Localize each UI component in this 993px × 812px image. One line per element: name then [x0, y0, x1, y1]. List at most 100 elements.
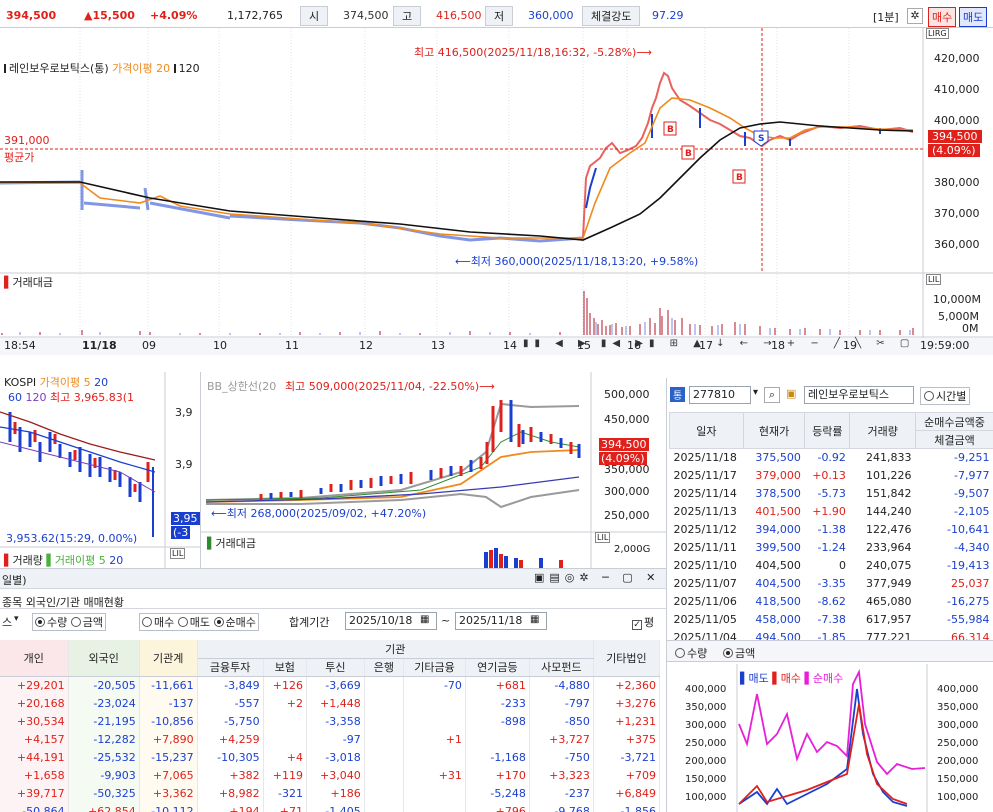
kospi-min-label: 3,953.62(15:29, 0.00%): [6, 532, 138, 545]
table-row[interactable]: 2025/11/11 399,500 -1.24 233,964 -4,340: [670, 539, 993, 557]
radio-buy[interactable]: 매수: [142, 616, 174, 629]
table-cell: 375,500: [755, 451, 801, 465]
table-cell: -50,864: [0, 802, 69, 812]
table-row[interactable]: 2025/11/13 401,500 +1.90 144,240 -2,105: [670, 503, 993, 521]
table-row[interactable]: -50,864 +62,854 -10,112 +194 +71 -1,405 +796 -9…: [0, 802, 661, 812]
table-row[interactable]: +39,717 -50,325 +3,362 +8,982 -321 +186 -5,248…: [0, 784, 661, 802]
col-insurance[interactable]: 보험: [263, 658, 307, 677]
window-controls[interactable]: ▣▤◎✲ ─ ▢ ✕: [534, 571, 660, 584]
table-cell: +6,849: [593, 784, 661, 802]
col-executed-amount[interactable]: 체결금액: [915, 430, 993, 449]
sell-button[interactable]: 매도: [959, 7, 988, 27]
min-price-annotation: ⟵최저 360,000(2025/11/18,13:20, +9.58%): [455, 255, 699, 268]
col-foreign[interactable]: 외국인: [68, 640, 140, 677]
kospi-chart[interactable]: KOSPI 가격이평 5 20 60 120 최고 3,965.83(1 3,9…: [0, 372, 201, 568]
flow-y-tick-right: 300,000: [937, 720, 979, 731]
table-row[interactable]: 2025/11/18 375,500 -0.92 241,833 -9,251: [670, 449, 993, 467]
daily-axis-badge[interactable]: LIL: [595, 532, 611, 543]
table-cell: -70: [403, 676, 466, 694]
search-icon[interactable]: ⌕: [764, 387, 780, 403]
table-row[interactable]: +1,658 -9,903 +7,065 +382 +119 +3,040 +31 +170 +…: [0, 766, 661, 784]
col-individual[interactable]: 개인: [0, 640, 69, 677]
table-row[interactable]: +20,168 -23,024 -137 -557 +2 +1,448 -233 -797 +3…: [0, 694, 661, 712]
table-row[interactable]: 2025/11/17 379,000 +0.13 101,226 -7,977: [670, 467, 993, 485]
table-row[interactable]: 2025/11/05 458,000 -7.38 617,957 -55,984: [670, 611, 993, 629]
legend-marker-icon: [4, 64, 6, 73]
col-other-finance[interactable]: 기타금융: [403, 658, 466, 677]
radio-net[interactable]: 순매수: [213, 616, 256, 629]
table-cell: [364, 676, 404, 694]
interval-label[interactable]: [1분]: [873, 9, 899, 25]
kospi-axis-badge[interactable]: LIL: [170, 548, 186, 559]
table-row[interactable]: +44,191 -25,532 -15,237 -10,305 +4 -3,018 -1,1…: [0, 748, 661, 766]
table-row[interactable]: 2025/11/07 404,500 -3.35 377,949 25,037: [670, 575, 993, 593]
table-row[interactable]: +29,201 -20,505 -11,661 -3,849 +126 -3,669 -70…: [0, 676, 661, 694]
intraday-chart-canvas[interactable]: B B B S: [0, 28, 993, 355]
volume-axis-badge[interactable]: LIL: [926, 274, 942, 285]
stock-code-input[interactable]: 277810: [689, 386, 751, 404]
table-cell: +796: [465, 802, 530, 812]
high-value: 416,500: [436, 9, 482, 22]
col-pension[interactable]: 연기금등: [465, 658, 530, 677]
table-row[interactable]: 2025/11/10 404,500 0 240,075 -19,413: [670, 557, 993, 575]
flow-chart[interactable]: ▌매도 ▌매수 ▌순매수 400,000 350,000 300,000 250…: [667, 664, 993, 812]
table-cell: -5.73: [817, 487, 846, 500]
table-cell: -55,984: [947, 613, 990, 626]
table-cell: +0.13: [812, 469, 846, 482]
col-net-buy[interactable]: 순매수금액중: [915, 412, 993, 431]
table-cell: +7,065: [139, 766, 198, 784]
investor-subtitle[interactable]: 종목 외국인/기관 매매현황: [2, 594, 124, 610]
table-row[interactable]: +4,157 -12,282 +7,890 +4,259 -97 +1 +3,727 +375: [0, 730, 661, 748]
axis-badge[interactable]: LIRG: [926, 28, 949, 39]
table-cell: -11,661: [139, 676, 198, 694]
chart-scroll-controls[interactable]: ▮▮ ◀ ▶ ▮◀ ▶▮ ⊞ ▲ ↓ ← → + − ╱ ╲ ✂ ▢: [523, 338, 915, 349]
col-trust[interactable]: 투신: [306, 658, 365, 677]
col-change[interactable]: 등락률: [804, 412, 851, 449]
legend-ma120-marker-icon: [173, 64, 176, 73]
table-cell: 101,226: [866, 469, 912, 482]
folder-icon[interactable]: ▣: [786, 387, 796, 400]
col-inst-total[interactable]: 기관계: [139, 640, 198, 677]
col-price[interactable]: 현재가: [742, 412, 806, 449]
table-row[interactable]: 2025/11/12 394,000 -1.38 122,476 -10,641: [670, 521, 993, 539]
radio-flow-qty[interactable]: 수량: [675, 645, 707, 661]
table-cell: -0.92: [817, 451, 846, 465]
radio-sell[interactable]: 매도: [177, 616, 210, 629]
radio-amt[interactable]: 금액: [70, 616, 103, 629]
kospi-current-pct-tag: (-3: [171, 526, 191, 539]
investor-table-body: +29,201 -20,505 -11,661 -3,849 +126 -3,669 -70…: [0, 676, 661, 812]
col-date[interactable]: 일자: [669, 412, 744, 449]
daily-chart[interactable]: BB_상한선(20 최고 509,000(2025/11/04, -22.50%…: [201, 372, 666, 568]
col-finance[interactable]: 금융투자: [197, 658, 264, 677]
col-volume[interactable]: 거래량: [849, 412, 917, 449]
strength-label: 체결강도: [582, 6, 641, 26]
table-cell: -50,325: [68, 784, 140, 802]
settings-gear-icon[interactable]: ✲: [907, 8, 923, 24]
table-cell: 2025/11/05: [673, 613, 737, 626]
buy-button[interactable]: 매수: [928, 7, 957, 27]
date-separator: ~: [441, 614, 451, 627]
table-row[interactable]: +30,534 -21,195 -10,856 -5,750 -3,358 -898 -85…: [0, 712, 661, 730]
flow-y-tick-right: 150,000: [937, 774, 979, 785]
table-cell: 2025/11/13: [673, 505, 737, 518]
dropdown-arrow-icon[interactable]: ▾: [14, 614, 19, 624]
code-dropdown-icon[interactable]: ▾: [753, 387, 758, 398]
radio-flow-amt[interactable]: 금액: [723, 645, 755, 661]
table-row[interactable]: 2025/11/14 378,500 -5.73 151,842 -9,507: [670, 485, 993, 503]
table-row[interactable]: 2025/11/06 418,500 -8.62 465,080 -16,275: [670, 593, 993, 611]
col-other-corp[interactable]: 기타법인: [593, 640, 661, 677]
avg-checkbox[interactable]: ✓ 평: [632, 614, 654, 630]
calendar-icon[interactable]: ▦: [420, 614, 429, 625]
vol-tick: 0M: [962, 322, 979, 335]
intraday-chart[interactable]: B B B S 레인보우로보틱스(통) 가격이평 20 120 최고 416,5…: [0, 28, 993, 355]
table-cell: 394,000: [755, 523, 801, 536]
table-cell: -9,768: [529, 802, 594, 812]
radio-time[interactable]: 시간별: [920, 387, 971, 405]
radio-qty[interactable]: 수량: [35, 616, 67, 629]
flow-legend: ▌매도 ▌매수 ▌순매수: [740, 672, 844, 685]
table-cell: -233: [465, 694, 530, 712]
table-cell: -3.35: [817, 577, 846, 590]
col-private-fund[interactable]: 사모펀드: [529, 658, 594, 677]
col-bank[interactable]: 은행: [364, 658, 404, 677]
calendar-icon[interactable]: ▦: [530, 614, 539, 625]
